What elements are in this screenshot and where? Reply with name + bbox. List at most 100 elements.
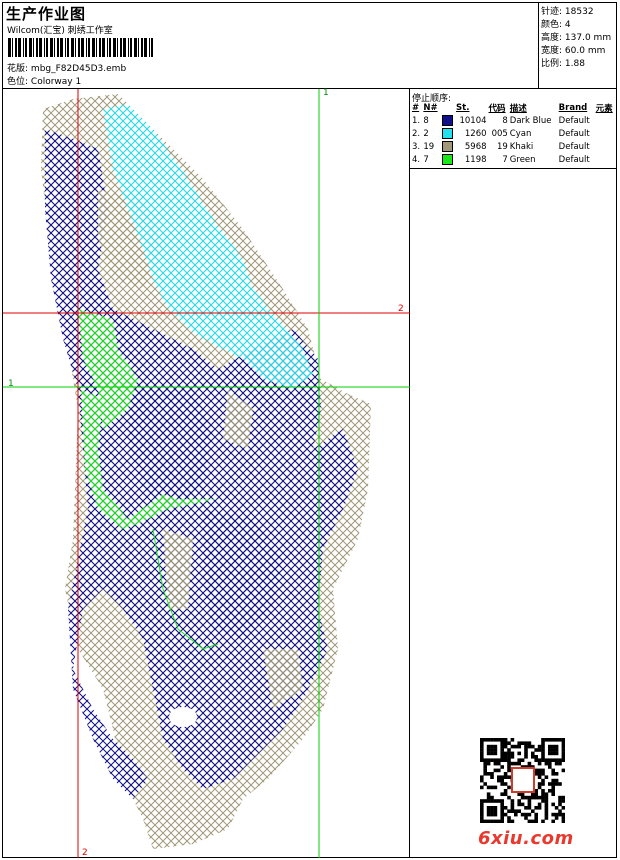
qr-module: [493, 819, 498, 823]
qr-module: [541, 741, 545, 745]
qr-module: [541, 768, 545, 773]
qr-module: [537, 772, 542, 776]
legend-description: Khaki: [509, 141, 534, 152]
col-stitches: St.: [456, 102, 470, 113]
qr-module: [507, 741, 511, 745]
seal-stamp: [511, 767, 535, 793]
qr-module: [561, 795, 565, 800]
qr-module: [500, 744, 504, 749]
red-v-guide-label: 2: [82, 848, 88, 858]
legend-brand: Default: [558, 128, 590, 139]
barcode-bar: [102, 38, 105, 57]
qr-module: [493, 738, 498, 742]
qr-module: [544, 812, 549, 817]
qr-module: [548, 789, 552, 793]
qr-module: [507, 795, 511, 800]
qr-module: [480, 751, 484, 756]
barcode-bar: [60, 38, 63, 57]
qr-module: [517, 751, 521, 756]
barcode-bar: [81, 38, 84, 57]
qr-module: [507, 785, 511, 790]
qr-module: [534, 755, 538, 759]
qr-module: [483, 768, 487, 773]
canvas-gap: [169, 707, 197, 727]
qr-module: [500, 751, 504, 756]
swatch-square: [441, 115, 453, 126]
qr-module: [544, 795, 549, 800]
qr-module: [537, 795, 542, 800]
qr-module: [524, 812, 528, 817]
qr-module: [493, 744, 498, 749]
legend-code: 8: [502, 115, 508, 126]
barcode-bar: [25, 38, 27, 57]
qr-module: [551, 758, 555, 762]
qr-module: [527, 819, 532, 823]
barcode-bar: [67, 38, 69, 57]
barcode-bar: [65, 38, 66, 57]
qr-module: [541, 782, 545, 786]
qr-module: [490, 799, 494, 803]
stat-scale: 比例: 1.88: [541, 59, 585, 69]
qr-module: [500, 775, 504, 779]
qr-module: [561, 748, 565, 752]
qr-module: [493, 806, 498, 810]
barcode-bar: [50, 38, 53, 57]
color-swatch: [441, 127, 456, 140]
legend-stitches: 5968: [464, 141, 487, 152]
qr-module: [486, 812, 491, 817]
colorway-name: Colorway 1: [30, 77, 82, 87]
qr-module: [548, 761, 552, 766]
col-index: #: [412, 102, 420, 113]
qr-module: [551, 751, 555, 756]
col-code: 代码: [488, 103, 506, 114]
legend-code: 005: [491, 128, 508, 139]
qr-module: [551, 744, 555, 749]
swatch-square: [441, 128, 453, 139]
barcode-bar: [141, 38, 143, 57]
qr-module: [534, 748, 538, 752]
qr-module: [503, 782, 508, 786]
qr-module: [490, 785, 494, 790]
qr-module: [497, 738, 501, 742]
qr-module: [554, 782, 559, 786]
red-h-guide-label: 2: [398, 304, 404, 314]
qr-module: [500, 819, 504, 823]
qr-module: [534, 758, 538, 762]
legend-brand: Default: [558, 141, 590, 152]
qr-module: [497, 778, 501, 783]
qr-module: [554, 812, 559, 817]
qr-module: [500, 806, 504, 810]
qr-module: [493, 812, 498, 817]
barcode-bar: [29, 38, 32, 57]
swatch-square: [441, 154, 453, 165]
color-stop-table: # N# St. 代码 描述 Brand 元素 1. 8 10104 8 Dark Bl…: [411, 101, 616, 166]
legend-needle: 19: [423, 141, 435, 152]
qr-code: [480, 738, 565, 823]
qr-module: [558, 758, 562, 762]
barcode-bar: [130, 38, 132, 57]
qr-module: [490, 744, 494, 749]
colorway-row: 色位: Colorway 1: [7, 74, 81, 87]
stats-panel: 针迹: 18532 颜色: 4 高度: 137.0 mm 宽度: 60.0 mm…: [541, 6, 611, 71]
qr-module: [534, 806, 538, 810]
col-description: 描述: [509, 103, 527, 114]
qr-module: [544, 802, 549, 807]
qr-module: [514, 812, 518, 817]
qr-module: [551, 748, 555, 752]
color-swatch: [441, 153, 456, 166]
barcode-bar: [107, 38, 108, 57]
qr-module: [537, 768, 542, 773]
qr-module: [486, 785, 491, 790]
qr-module: [558, 812, 562, 817]
qr-module: [524, 748, 528, 752]
qr-module: [507, 819, 511, 823]
barcode-bar: [23, 38, 24, 57]
color-swatch: [441, 140, 456, 153]
qr-module: [561, 758, 565, 762]
legend-bottom-divider: [409, 168, 617, 169]
qr-module: [548, 738, 552, 742]
qr-module: [561, 806, 565, 810]
qr-module: [483, 738, 487, 742]
qr-module: [500, 738, 504, 742]
qr-module: [514, 809, 518, 813]
